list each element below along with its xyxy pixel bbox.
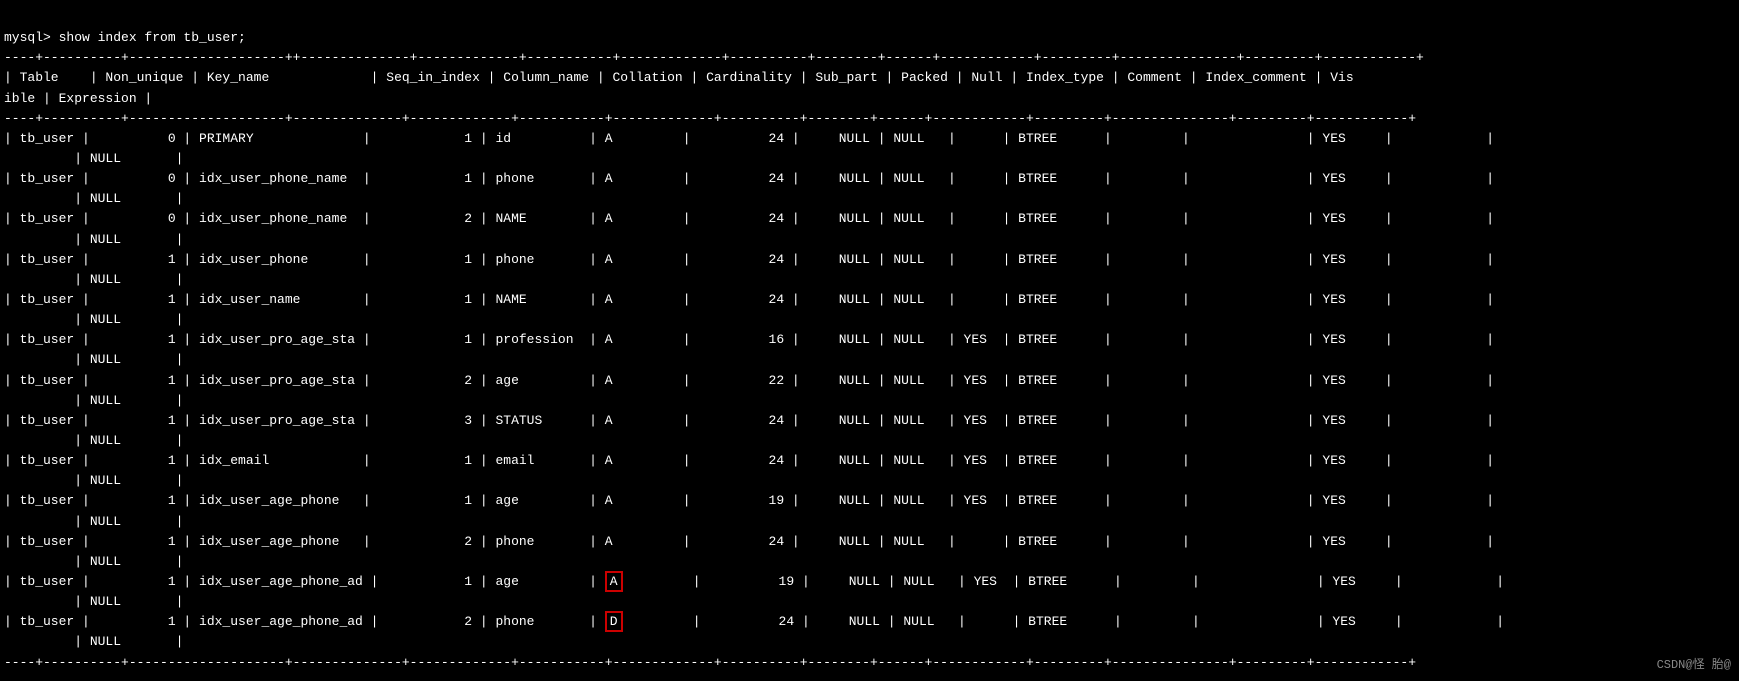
row-5b: | NULL | — [4, 352, 183, 367]
watermark: CSDN@怪 胎@ — [1657, 655, 1731, 672]
row-7a: | tb_user | 1 | idx_user_pro_age_sta | 3… — [4, 413, 1494, 428]
row-1b: | NULL | — [4, 191, 183, 206]
row-3b: | NULL | — [4, 272, 183, 287]
separator-mid: ----+----------+--------------------+---… — [4, 111, 1416, 126]
row-2a: | tb_user | 0 | idx_user_phone_name | 2 … — [4, 211, 1494, 226]
row-4b: | NULL | — [4, 312, 183, 327]
separator-bottom: ----+----------+--------------------+---… — [4, 655, 1416, 670]
row-0b: | NULL | — [4, 151, 183, 166]
row-4a: | tb_user | 1 | idx_user_name | 1 | NAME… — [4, 292, 1494, 307]
row-8b: | NULL | — [4, 473, 183, 488]
highlight-A: A — [605, 571, 623, 592]
row-10a: | tb_user | 1 | idx_user_age_phone | 2 |… — [4, 534, 1494, 549]
row-9a: | tb_user | 1 | idx_user_age_phone | 1 |… — [4, 493, 1494, 508]
highlight-D: D — [605, 611, 623, 632]
row-11a: | tb_user | 1 | idx_user_age_phone_ad | … — [4, 571, 1504, 592]
row-8a: | tb_user | 1 | idx_email | 1 | email | … — [4, 453, 1494, 468]
row-0a: | tb_user | 0 | PRIMARY | 1 | id | A | 2… — [4, 131, 1494, 146]
command-line: mysql> show index from tb_user; — [4, 30, 246, 45]
row-9b: | NULL | — [4, 514, 183, 529]
row-11b: | NULL | — [4, 594, 183, 609]
row-2b: | NULL | — [4, 232, 183, 247]
row-6b: | NULL | — [4, 393, 183, 408]
row-12a: | tb_user | 1 | idx_user_age_phone_ad | … — [4, 611, 1504, 632]
row-3a: | tb_user | 1 | idx_user_phone | 1 | pho… — [4, 252, 1494, 267]
terminal-output: mysql> show index from tb_user; ----+---… — [0, 0, 1739, 681]
separator-top: ----+----------+--------------------++--… — [4, 50, 1424, 65]
row-1a: | tb_user | 0 | idx_user_phone_name | 1 … — [4, 171, 1494, 186]
row-6a: | tb_user | 1 | idx_user_pro_age_sta | 2… — [4, 373, 1494, 388]
row-10b: | NULL | — [4, 554, 183, 569]
header-row2: ible | Expression | — [4, 91, 152, 106]
row-12b: | NULL | — [4, 634, 183, 649]
header-row: | Table | Non_unique | Key_name | Seq_in… — [4, 70, 1354, 85]
row-7b: | NULL | — [4, 433, 183, 448]
row-5a: | tb_user | 1 | idx_user_pro_age_sta | 1… — [4, 332, 1494, 347]
